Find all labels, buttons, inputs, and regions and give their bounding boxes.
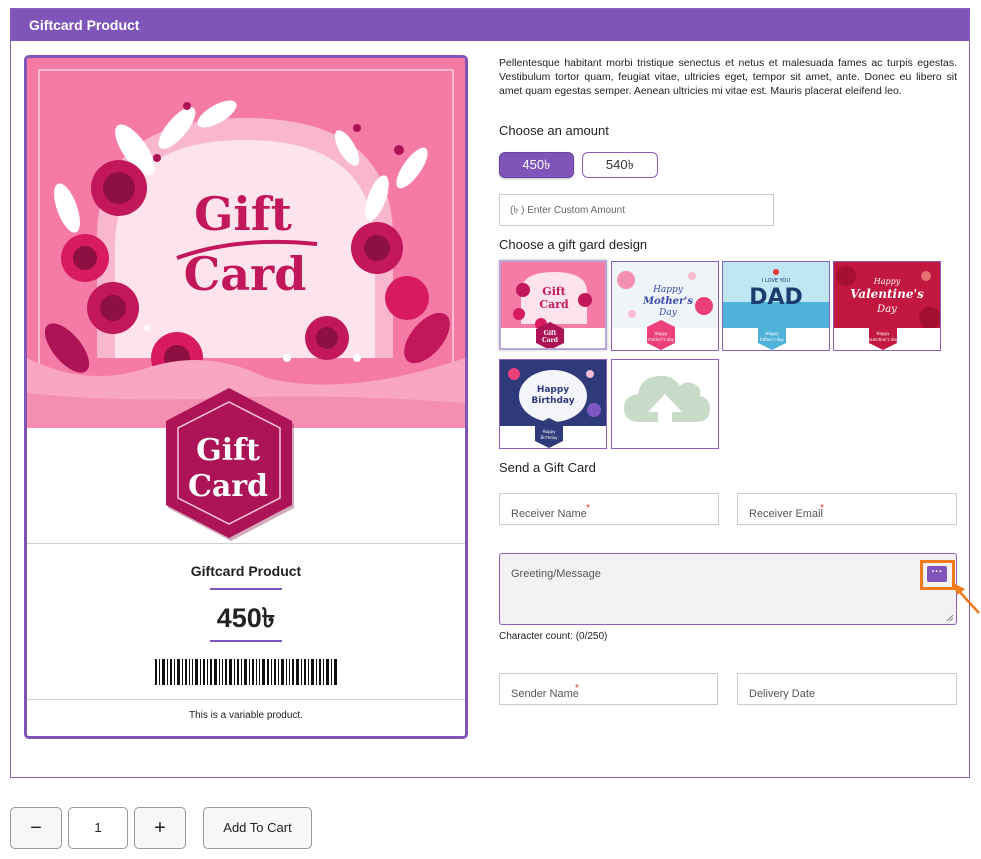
svg-text:Birthday: Birthday <box>531 396 574 406</box>
svg-text:mother's day: mother's day <box>648 337 675 342</box>
receiver-email-label: Receiver Email <box>749 508 823 520</box>
badge-line2: Card <box>188 469 268 504</box>
svg-text:Happy: Happy <box>652 285 684 295</box>
preview-divider-bottom <box>27 699 465 700</box>
preview-price: 450৳ <box>216 603 276 633</box>
svg-text:I LOVE YOU: I LOVE YOU <box>762 278 790 284</box>
add-to-cart-button[interactable]: Add To Cart <box>203 807 312 849</box>
quantity-increase-button[interactable]: + <box>134 807 186 849</box>
gift-card-artwork: Gift Card Gift Card <box>27 58 465 541</box>
svg-text:Happy: Happy <box>766 331 780 336</box>
design-upload-button[interactable] <box>611 359 719 449</box>
svg-text:DAD: DAD <box>749 285 803 310</box>
choose-design-label: Choose a gift gard design <box>499 237 648 252</box>
required-mark: * <box>586 503 590 514</box>
svg-text:Happy: Happy <box>877 331 891 336</box>
svg-text:father's day: father's day <box>760 337 785 342</box>
svg-text:Card: Card <box>539 298 569 311</box>
svg-text:Gift: Gift <box>542 285 566 298</box>
svg-text:Mother's: Mother's <box>642 296 693 307</box>
art-title-line2: Card <box>184 247 307 301</box>
receiver-name-field[interactable]: Receiver Name * <box>499 493 719 525</box>
character-count: Character count: (0/250) <box>499 631 608 642</box>
preview-divider <box>27 543 465 544</box>
pointer-arrow-icon <box>953 583 980 614</box>
amount-option-450[interactable]: 450৳ <box>499 152 574 178</box>
design-thumb-gift-card[interactable]: Gift Card Gift Card <box>499 260 607 350</box>
greeting-message-textarea[interactable]: Greeting/Message <box>499 553 957 625</box>
more-options-button[interactable]: ··· <box>927 566 947 582</box>
svg-text:Happy: Happy <box>537 385 569 395</box>
design-thumb-valentines-day[interactable]: Happy Valentine's Day Happy valentine's … <box>833 261 941 351</box>
receiver-name-label: Receiver Name <box>511 508 587 520</box>
required-mark: * <box>575 683 579 694</box>
svg-text:Day: Day <box>876 304 897 315</box>
price-top-line <box>210 588 282 590</box>
resize-handle-icon[interactable] <box>946 614 954 622</box>
greeting-message-label: Greeting/Message <box>511 568 601 580</box>
cloud-upload-icon <box>624 375 710 432</box>
preview-product-name: Giftcard Product <box>190 563 302 579</box>
design-thumb-birthday[interactable]: Happy Birthday Happy Birthday <box>499 359 607 449</box>
product-description: Pellentesque habitant morbi tristique se… <box>499 57 957 97</box>
amount-option-540[interactable]: 540৳ <box>582 152 658 178</box>
sender-name-field[interactable]: Sender Name * <box>499 673 718 705</box>
badge-line1: Gift <box>196 433 260 468</box>
quantity-input[interactable]: 1 <box>68 807 128 849</box>
svg-text:Day: Day <box>658 308 678 318</box>
svg-text:Gift: Gift <box>544 330 557 337</box>
design-thumb-mothers-day[interactable]: Happy Mother's Day Happy mother's day <box>611 261 719 351</box>
barcode-image <box>155 659 337 685</box>
svg-text:Happy: Happy <box>543 429 557 434</box>
variable-product-note: This is a variable product. <box>189 710 303 721</box>
send-gift-card-label: Send a Gift Card <box>499 460 596 475</box>
sender-name-label: Sender Name <box>511 688 579 700</box>
custom-amount-input[interactable] <box>499 194 774 226</box>
quantity-decrease-button[interactable]: − <box>10 807 62 849</box>
product-frame: Giftcard Product Gift Card Gift Card Gif… <box>10 8 980 778</box>
choose-amount-label: Choose an amount <box>499 123 609 138</box>
required-mark: * <box>820 503 824 514</box>
delivery-date-label: Delivery Date <box>749 688 816 700</box>
svg-text:Birthday: Birthday <box>541 435 559 440</box>
delivery-date-field[interactable]: Delivery Date <box>737 673 957 705</box>
design-thumb-fathers-day[interactable]: I LOVE YOU DAD Happy father's day <box>722 261 830 351</box>
page-header: Giftcard Product <box>11 9 969 41</box>
price-bottom-line <box>210 640 282 642</box>
svg-text:Happy: Happy <box>873 277 901 286</box>
svg-text:Valentine's: Valentine's <box>850 287 924 301</box>
art-title-line1: Gift <box>194 187 293 241</box>
receiver-email-field[interactable]: Receiver Email * <box>737 493 957 525</box>
svg-text:Card: Card <box>542 337 559 344</box>
svg-text:Happy: Happy <box>655 331 669 336</box>
svg-text:valentine's day: valentine's day <box>868 337 899 342</box>
gift-card-preview: Gift Card Gift Card Giftcard Product 450… <box>24 55 468 739</box>
